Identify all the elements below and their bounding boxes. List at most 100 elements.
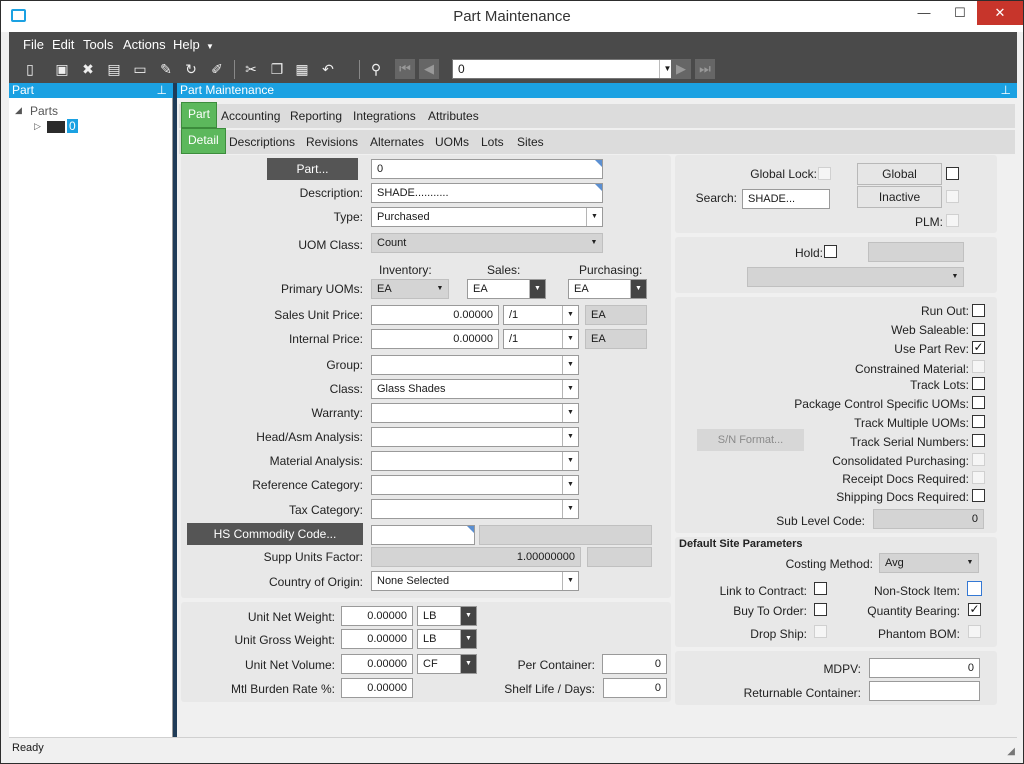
consolidated-purchasing-checkbox[interactable] [972, 453, 985, 466]
track-multiple-uoms-checkbox[interactable] [972, 415, 985, 428]
global-lock-checkbox[interactable] [818, 167, 831, 180]
net-weight-uom-select[interactable]: LB ▼ [417, 606, 477, 626]
close-button[interactable]: ✕ [977, 1, 1023, 25]
run-out-checkbox[interactable] [972, 304, 985, 317]
sales-uom-select[interactable]: EA ▼ [467, 279, 546, 299]
volume-uom-select[interactable]: CF ▼ [417, 654, 477, 674]
hold-checkbox[interactable] [824, 245, 837, 258]
chevron-down-icon[interactable]: ▼ [562, 404, 578, 422]
non-stock-item-checkbox[interactable] [967, 581, 982, 596]
internal-price-input[interactable]: 0.00000 [371, 329, 499, 349]
menu-tools[interactable]: Tools [83, 37, 113, 52]
menu-file[interactable]: File [23, 37, 44, 52]
drop-ship-checkbox[interactable] [814, 625, 827, 638]
track-lots-checkbox[interactable] [972, 377, 985, 390]
menu-more-icon[interactable]: ▼ [206, 42, 214, 51]
inventory-uom-select[interactable]: EA ▼ [371, 279, 449, 299]
chevron-down-icon[interactable]: ▼ [562, 476, 578, 494]
next-record-icon[interactable]: ▶ [671, 59, 691, 79]
use-part-rev-checkbox[interactable]: ✓ [972, 341, 985, 354]
buy-to-order-checkbox[interactable] [814, 603, 827, 616]
sales-price-per-select[interactable]: /1 ▼ [503, 305, 579, 325]
tab-integrations[interactable]: Integrations [347, 104, 422, 128]
tab-accounting[interactable]: Accounting [215, 104, 286, 128]
gross-weight-uom-select[interactable]: LB ▼ [417, 629, 477, 649]
purchasing-uom-select[interactable]: EA ▼ [568, 279, 647, 299]
shelf-life-input[interactable]: 0 [603, 678, 667, 698]
chevron-down-icon[interactable]: ▼ [562, 380, 578, 398]
resize-grip-icon[interactable]: ◢ [1007, 746, 1015, 757]
type-select[interactable]: Purchased ▼ [371, 207, 603, 227]
menu-help[interactable]: Help [173, 37, 200, 52]
receipt-docs-checkbox[interactable] [972, 471, 985, 484]
menu-actions[interactable]: Actions [123, 37, 166, 52]
pin-icon[interactable]: ⊥ [157, 83, 167, 98]
description-input[interactable]: SHADE........... [371, 183, 603, 203]
chevron-down-icon[interactable]: ▼ [460, 607, 476, 625]
web-saleable-checkbox[interactable] [972, 323, 985, 336]
menu-edit[interactable]: Edit [52, 37, 74, 52]
quantity-bearing-checkbox[interactable]: ✓ [968, 603, 981, 616]
country-of-origin-select[interactable]: None Selected ▼ [371, 571, 579, 591]
tab-revisions[interactable]: Revisions [300, 130, 364, 154]
hs-commodity-code-input[interactable] [371, 525, 475, 545]
per-container-input[interactable]: 0 [602, 654, 667, 674]
tab-alternates[interactable]: Alternates [364, 130, 430, 154]
mtl-burden-rate-input[interactable]: 0.00000 [341, 678, 413, 698]
tab-reporting[interactable]: Reporting [284, 104, 348, 128]
part-button[interactable]: Part... [267, 158, 358, 180]
hold-reason-select[interactable]: ▼ [747, 267, 964, 287]
chevron-down-icon[interactable]: ▼ [432, 280, 448, 298]
chevron-down-icon[interactable]: ▼ [460, 630, 476, 648]
book-icon[interactable]: ▤ [105, 60, 123, 78]
chevron-down-icon[interactable]: ▼ [562, 356, 578, 374]
undo-icon[interactable]: ↶ [319, 60, 337, 78]
phantom-bom-checkbox[interactable] [968, 625, 981, 638]
delete-icon[interactable]: ✖ [79, 60, 97, 78]
maximize-button[interactable]: ☐ [943, 1, 977, 25]
chevron-down-icon[interactable]: ▼ [562, 500, 578, 518]
inactive-button[interactable]: Inactive [857, 186, 942, 208]
costing-method-select[interactable]: Avg ▼ [879, 553, 979, 573]
reference-category-select[interactable]: ▼ [371, 475, 579, 495]
global-checkbox[interactable] [946, 167, 959, 180]
first-record-icon[interactable]: ⏮ [395, 59, 415, 79]
hs-commodity-code-button[interactable]: HS Commodity Code... [187, 523, 363, 545]
package-control-checkbox[interactable] [972, 396, 985, 409]
constrained-material-checkbox[interactable] [972, 360, 985, 373]
class-select[interactable]: Glass Shades ▼ [371, 379, 579, 399]
head-asm-analysis-select[interactable]: ▼ [371, 427, 579, 447]
refresh-icon[interactable]: ↻ [182, 60, 200, 78]
unit-net-volume-input[interactable]: 0.00000 [341, 654, 413, 674]
unit-net-weight-input[interactable]: 0.00000 [341, 606, 413, 626]
chevron-down-icon[interactable]: ▼ [562, 452, 578, 470]
cut-icon[interactable]: ✂ [242, 60, 260, 78]
pin-icon[interactable]: ⊥ [1001, 83, 1011, 98]
mdpv-input[interactable]: 0 [869, 658, 980, 678]
chevron-down-icon[interactable]: ▼ [630, 280, 646, 298]
last-record-icon[interactable]: ⏭ [695, 59, 715, 79]
shipping-docs-checkbox[interactable] [972, 489, 985, 502]
tax-category-select[interactable]: ▼ [371, 499, 579, 519]
inactive-checkbox[interactable] [946, 190, 959, 203]
track-serial-numbers-checkbox[interactable] [972, 434, 985, 447]
link-to-contract-checkbox[interactable] [814, 582, 827, 595]
chevron-down-icon[interactable]: ▼ [562, 428, 578, 446]
tree-expand-icon[interactable]: ◢ [15, 105, 22, 116]
tab-attributes[interactable]: Attributes [422, 104, 485, 128]
minimize-button[interactable]: — [907, 1, 941, 25]
chevron-down-icon[interactable]: ▼ [562, 330, 578, 348]
note-icon[interactable]: ▭ [131, 60, 149, 78]
new-icon[interactable]: ▯ [21, 60, 39, 78]
tab-detail[interactable]: Detail [181, 128, 226, 154]
warranty-select[interactable]: ▼ [371, 403, 579, 423]
chevron-down-icon[interactable]: ▼ [962, 554, 978, 572]
uom-class-select[interactable]: Count ▼ [371, 233, 603, 253]
returnable-container-input[interactable] [869, 681, 980, 701]
chevron-down-icon[interactable]: ▼ [947, 268, 963, 286]
save-icon[interactable]: ▣ [53, 60, 71, 78]
internal-price-per-select[interactable]: /1 ▼ [503, 329, 579, 349]
tree-root[interactable]: Parts [30, 104, 58, 118]
search-input[interactable]: SHADE... [742, 189, 830, 209]
chevron-down-icon[interactable]: ▼ [529, 280, 545, 298]
